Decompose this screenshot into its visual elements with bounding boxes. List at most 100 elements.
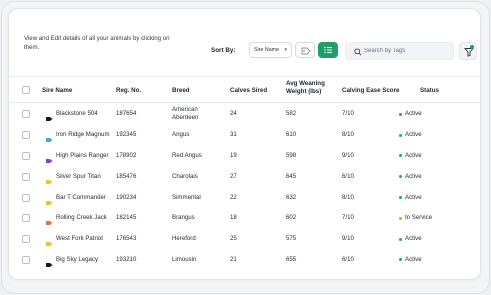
table-row[interactable]: West Fork Patriot 176543 Hereford 25 575 9/10… [9,229,480,250]
status-cell: Active [405,151,422,159]
table-row[interactable]: Bar T Commander 190234 Simmental 22 632 8/10 A… [9,187,480,208]
reg-no-cell: 190234 [116,193,137,201]
list-view-button[interactable] [318,42,338,58]
breed-cell: Simmental [172,193,201,201]
avg-weaning-weight-cell: 655 [286,255,297,263]
breed-cell: Red Angus [172,151,202,159]
sort-label: Sort By: [211,47,236,54]
column-header-status[interactable]: Status [420,87,439,95]
table-row[interactable]: Blackstone 504 187654 American Aberdeen 24 5… [9,104,480,125]
grid-view-button[interactable] [295,42,315,58]
table-row[interactable]: Big Sky Legacy 193210 Limousin 21 655 6/10 Act… [9,250,480,271]
avg-weaning-weight-cell: 645 [286,172,297,180]
row-checkbox[interactable] [22,235,30,244]
avg-weaning-weight-cell: 602 [286,214,297,222]
status-cell: Active [405,255,422,263]
filter-button[interactable] [459,42,477,60]
search-input[interactable] [364,44,452,58]
calving-ease-score-cell: 6/10 [342,255,354,263]
filter-active-dot [470,45,474,49]
tag-shape [46,221,53,226]
tag-shape [46,158,53,163]
tag-shape [46,200,53,205]
row-checkbox[interactable] [22,214,30,223]
calving-ease-score-cell: 7/10 [342,214,354,222]
search-icon [354,48,362,56]
avg-weaning-weight-cell: 632 [286,193,297,201]
row-checkbox[interactable] [22,255,30,264]
calves-sired-cell: 31 [230,131,237,139]
sire-name-cell: Big Sky Legacy [56,255,99,263]
table-row[interactable]: Rolling Creek Jack 182145 Brangus 18 602 7/10… [9,208,480,229]
sire-tag-icon [45,110,53,122]
tag-shape [46,242,53,247]
column-header-calving-ease-score[interactable]: Calving Ease Score [342,87,399,95]
calving-ease-score-cell: 6/10 [342,172,354,180]
tag-shape [46,262,53,267]
sire-name-cell: Rolling Creek Jack [56,214,107,222]
calves-sired-cell: 18 [230,214,237,222]
animals-card: View and Edit details of all your animal… [8,8,481,280]
table-row[interactable]: High Plains Ranger 178902 Red Angus 19 598 9/… [9,146,480,167]
row-checkbox[interactable] [22,172,30,181]
reg-no-cell: 187654 [116,110,137,118]
calves-sired-cell: 19 [230,151,237,159]
filter-icon [464,48,474,57]
avg-weaning-weight-cell: 610 [286,131,297,139]
list-icon [324,46,332,54]
status-dot [399,112,402,116]
column-header-sire-name[interactable]: Sire Name [42,87,72,95]
column-header-calves-sired[interactable]: Calves Sired [230,87,267,95]
status-dot [399,237,402,241]
breed-cell: Brangus [172,214,195,222]
column-header-avg-weaning-weight[interactable]: Avg Weaning Weight (lbs) [286,80,346,96]
status-dot [399,216,402,220]
calving-ease-score-cell: 8/10 [342,193,354,201]
status-dot [399,258,402,262]
calves-sired-cell: 22 [230,193,237,201]
sire-name-cell: West Fork Patriot [56,235,103,243]
row-checkbox[interactable] [22,110,30,119]
sire-tag-icon [45,173,53,184]
sire-name-cell: Blackstone 504 [56,110,98,118]
sire-tag-icon [45,131,53,143]
calving-ease-score-cell: 9/10 [342,235,354,243]
reg-no-cell: 176543 [116,235,137,243]
reg-no-cell: 192345 [116,131,137,139]
sire-tag-icon [45,235,53,247]
reg-no-cell: 193210 [116,255,137,263]
status-cell: Active [405,110,422,118]
row-checkbox[interactable] [22,151,30,160]
column-header-breed[interactable]: Breed [172,87,190,95]
column-header-reg-no[interactable]: Reg. No. [116,87,141,95]
status-dot [399,154,402,158]
status-cell: Active [405,193,422,201]
status-cell: In Service [405,214,433,222]
sort-select-value: Sire Name [254,47,280,53]
select-all-checkbox[interactable] [22,86,30,94]
sire-tag-icon [45,214,53,226]
row-checkbox[interactable] [22,193,30,202]
reg-no-cell: 178902 [116,151,137,159]
avg-weaning-weight-cell: 575 [286,235,297,243]
calves-sired-cell: 27 [230,172,237,180]
status-cell: Active [405,172,422,180]
tag-shape [46,138,53,143]
table-row[interactable]: Silver Spur Titan 185476 Charolais 27 645 6/1… [9,166,480,187]
status-dot [399,196,402,200]
breed-cell: Angus [172,131,190,139]
avg-weaning-weight-cell: 582 [286,110,297,118]
table-header: Sire Name Reg. No. Breed Calves Sired Av… [9,77,480,103]
sire-name-cell: Bar T Commander [56,193,106,201]
sire-tag-icon [45,194,53,205]
table-row[interactable]: Iron Ridge Magnum 192345 Angus 31 610 8/10 Act… [9,125,480,146]
search-box[interactable] [345,42,454,60]
row-checkbox[interactable] [22,131,30,140]
reg-no-cell: 182145 [116,214,137,222]
tag-icon [301,47,311,55]
sort-select[interactable]: Sire Name ▾ [249,42,292,58]
page-description: View and Edit details of all your animal… [24,35,170,51]
sire-name-cell: High Plains Ranger [56,151,109,159]
status-dot [399,175,402,179]
status-cell: Active [405,131,422,139]
